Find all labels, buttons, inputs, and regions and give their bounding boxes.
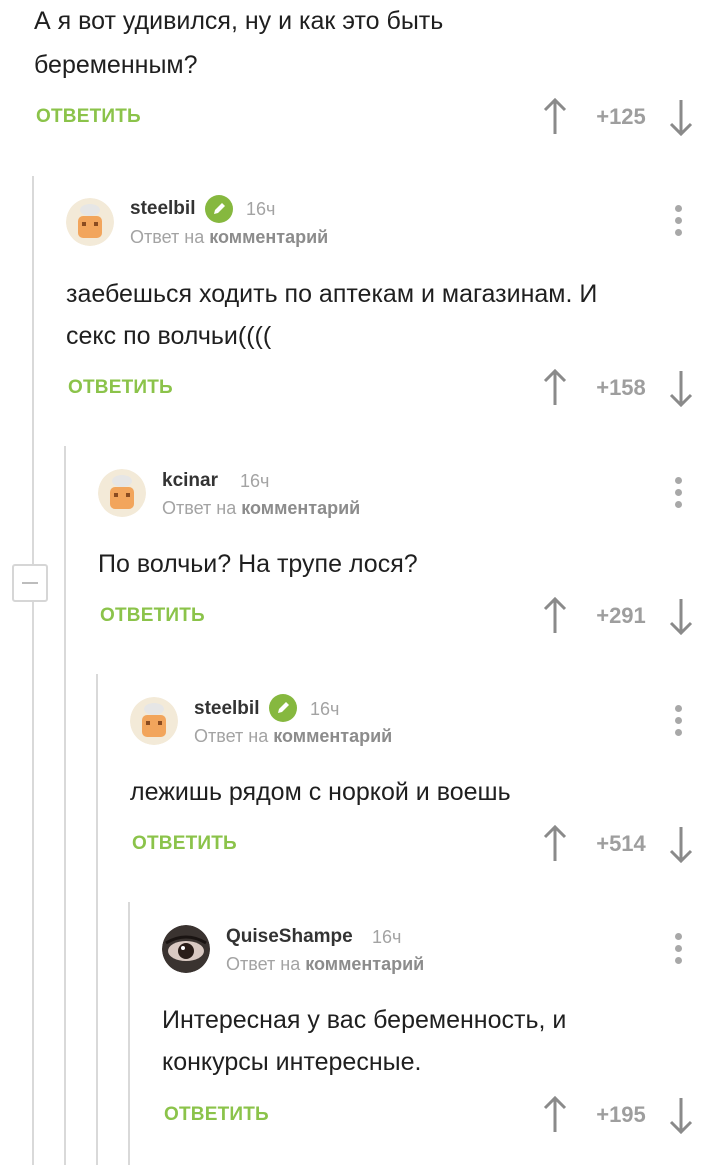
reply-prefix: Ответ на: [162, 498, 237, 518]
default-avatar-icon: [66, 198, 114, 246]
reply-prefix: Ответ на: [130, 227, 205, 247]
arrow-up-icon[interactable]: [542, 369, 568, 407]
vote-widget: +195: [542, 1096, 702, 1136]
reply-meta: Ответ на комментарий: [194, 726, 392, 747]
collapse-thread-button[interactable]: [12, 564, 48, 602]
reply-meta: Ответ на комментарий: [162, 498, 360, 519]
avatar[interactable]: [66, 198, 114, 246]
comment-text-line: лежишь рядом с норкой и воешь: [130, 778, 511, 806]
score: +158: [596, 375, 646, 400]
comment-text-line: заебешься ходить по аптекам и магазинам.…: [66, 280, 598, 308]
username[interactable]: kcinar: [162, 470, 218, 492]
vote-widget: +158: [542, 369, 702, 409]
thread-line-level-3: [96, 674, 98, 1165]
arrow-down-icon[interactable]: [668, 825, 694, 863]
eye-avatar-icon: [162, 925, 210, 973]
vote-widget: +125: [542, 98, 702, 138]
comment-text-line: секс по волчьи((((: [66, 322, 272, 350]
parent-comment-link[interactable]: комментарий: [209, 227, 328, 247]
thread-line-level-2: [64, 446, 66, 1165]
parent-comment-link[interactable]: комментарий: [241, 498, 360, 518]
username[interactable]: steelbil: [194, 698, 259, 720]
score: +291: [596, 603, 646, 628]
pencil-badge-icon: [269, 694, 297, 722]
avatar[interactable]: [130, 697, 178, 745]
timestamp: 16ч: [372, 927, 402, 947]
reply-button[interactable]: ОТВЕТИТЬ: [100, 605, 205, 627]
comment-text-line: А я вот удивился, ну и как это быть: [34, 7, 444, 35]
arrow-up-icon[interactable]: [542, 98, 568, 136]
parent-comment-link[interactable]: комментарий: [273, 726, 392, 746]
score: +125: [596, 104, 646, 129]
arrow-up-icon[interactable]: [542, 1096, 568, 1134]
username[interactable]: steelbil: [130, 198, 195, 220]
vote-widget: +291: [542, 597, 702, 637]
reply-button[interactable]: ОТВЕТИТЬ: [164, 1104, 269, 1126]
reply-meta: Ответ на комментарий: [226, 954, 424, 975]
timestamp: 16ч: [246, 199, 276, 219]
reply-prefix: Ответ на: [226, 954, 301, 974]
more-vertical-icon[interactable]: [671, 205, 685, 241]
more-vertical-icon[interactable]: [671, 705, 685, 741]
pencil-badge-icon: [205, 195, 233, 223]
comment-text-line: Интересная у вас беременность, и: [162, 1006, 567, 1034]
thread-line-level-4: [128, 902, 130, 1165]
comment-text-line: конкурсы интересные.: [162, 1048, 422, 1076]
vote-widget: +514: [542, 825, 702, 865]
thread-line-level-1: [32, 176, 34, 1165]
reply-prefix: Ответ на: [194, 726, 269, 746]
more-vertical-icon[interactable]: [671, 477, 685, 513]
default-avatar-icon: [98, 469, 146, 517]
timestamp: 16ч: [310, 699, 340, 719]
default-avatar-icon: [130, 697, 178, 745]
reply-button[interactable]: ОТВЕТИТЬ: [36, 106, 141, 128]
timestamp: 16ч: [240, 471, 270, 491]
arrow-down-icon[interactable]: [668, 369, 694, 407]
reply-meta: Ответ на комментарий: [130, 227, 328, 248]
more-vertical-icon[interactable]: [671, 933, 685, 969]
avatar[interactable]: [162, 925, 210, 973]
score: +195: [596, 1102, 646, 1127]
reply-button[interactable]: ОТВЕТИТЬ: [68, 377, 173, 399]
username[interactable]: QuiseShampe: [226, 926, 353, 948]
score: +514: [596, 831, 646, 856]
avatar[interactable]: [98, 469, 146, 517]
arrow-up-icon[interactable]: [542, 597, 568, 635]
comment-text-line: По волчьи? На трупе лося?: [98, 550, 418, 578]
arrow-down-icon[interactable]: [668, 98, 694, 136]
arrow-up-icon[interactable]: [542, 825, 568, 863]
comment-text-line: беременным?: [34, 51, 198, 79]
arrow-down-icon[interactable]: [668, 1096, 694, 1134]
reply-button[interactable]: ОТВЕТИТЬ: [132, 833, 237, 855]
parent-comment-link[interactable]: комментарий: [305, 954, 424, 974]
arrow-down-icon[interactable]: [668, 597, 694, 635]
